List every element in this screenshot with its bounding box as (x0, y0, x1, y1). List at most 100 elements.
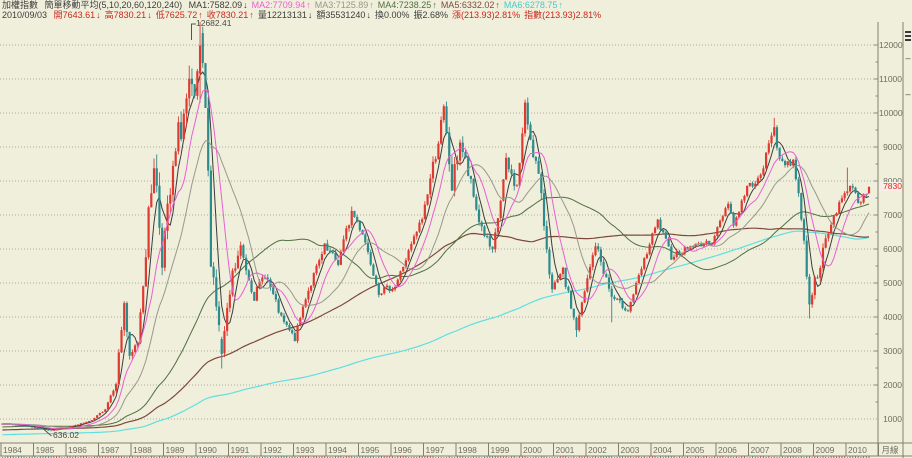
y-axis-tick-label: 11000 (879, 73, 903, 84)
year-label: 1993 (295, 445, 315, 455)
quote-field-list: 開7643.61↓ 高7830.21↓ 低7625.72↑ 收7830.21↑ 量122… (54, 10, 606, 20)
quote-field-label: 量 (257, 10, 267, 20)
year-label: 2005 (685, 445, 705, 455)
year-label: 1987 (100, 445, 120, 455)
quote-field-value: 0.00% (383, 10, 410, 20)
y-axis-tick-label: 5000 (883, 277, 902, 288)
quote-field-value: 7643.61 (62, 10, 96, 20)
grip-bar (905, 39, 911, 41)
quote-field: 換0.00% (375, 10, 410, 20)
quote-field: 低7625.72↑ (156, 10, 203, 20)
ma-value-4: MA4:7238.25 (377, 0, 432, 10)
y-axis-tick-label: 10000 (879, 107, 903, 118)
quote-field-value: (213.93)2.81% (461, 10, 521, 20)
ma-value-5: MA5:6332.02 (440, 0, 495, 10)
trend-arrow-icon: ↑ (369, 0, 374, 10)
trend-arrow-icon: ↑ (432, 0, 437, 10)
trend-arrow-icon: ↓ (366, 10, 371, 20)
last-price-tag: 7830 (879, 182, 902, 192)
peak-annotation: 12682.41 (196, 18, 232, 28)
period-mode-monthly[interactable]: 月線 (877, 445, 903, 455)
quote-field-value: 12213131 (266, 10, 307, 20)
year-label: 1995 (360, 445, 380, 455)
trend-arrow-icon: ↓ (243, 0, 248, 10)
year-label: 1994 (328, 445, 347, 455)
y-axis-tick-label: 1000 (883, 413, 902, 424)
quote-field: 收7830.21↑ (207, 10, 254, 20)
quote-field-label: 開 (53, 10, 63, 20)
y-axis-tick-label: 7000 (883, 209, 902, 220)
year-label: 1996 (393, 445, 412, 455)
ma-value-3: MA3:7125.89 (314, 0, 369, 10)
index-title: 加權指數 (2, 0, 39, 10)
quote-field: 指數(213.93)2.81% (524, 10, 601, 20)
quote-field-label: 低 (155, 10, 165, 20)
header-bar: 加權指數 簡單移動平均(5,10,20,60,120,240) MA1:7582… (2, 0, 910, 20)
year-label: 1990 (198, 445, 217, 455)
ma-value-2: MA2:7709.94 (251, 0, 306, 10)
quote-field-value: 35531240 (325, 10, 366, 20)
year-label: 2002 (588, 445, 607, 455)
ma-value-list: MA1:7582.09↓ MA2:7709.94↑ MA3:7125.89↑ MA4:… (189, 0, 567, 10)
quote-field-value: 7830.21 (215, 10, 249, 20)
year-label: 2001 (555, 445, 575, 455)
year-label: 1998 (458, 445, 477, 455)
ma-value-6: MA6:6278.75 (503, 0, 558, 10)
trend-arrow-icon: ↓ (96, 10, 101, 20)
year-label: 1986 (68, 445, 87, 455)
y-axis-tick-label: 12000 (879, 39, 903, 50)
quote-field-label: 高 (104, 10, 114, 20)
trend-arrow-icon: ↑ (198, 10, 203, 20)
quote-field-label: 收 (206, 10, 216, 20)
ma-value-1: MA1:7582.09 (188, 0, 243, 10)
header-line-quote: 2010/09/03 開7643.61↓ 高7830.21↓ 低7625.72↑ 收7… (2, 10, 910, 20)
year-label: 1991 (230, 445, 250, 455)
trough-annotation: 636.02 (53, 430, 79, 440)
quote-field: 高7830.21↓ (105, 10, 152, 20)
quote-field: 開7643.61↓ (54, 10, 101, 20)
quote-field: 漲(213.93)2.81% (452, 10, 520, 20)
quote-field: 額35531240↓ (316, 10, 371, 20)
year-label: 1989 (165, 445, 185, 455)
quote-field-value: 7625.72 (164, 10, 198, 20)
quote-field: 振2.68% (413, 10, 448, 20)
year-label: 2004 (653, 445, 672, 455)
trend-arrow-icon: ↓ (307, 10, 313, 20)
grip-bar (905, 31, 911, 33)
quote-field-value: 7830.21 (113, 10, 147, 20)
year-label: 1985 (35, 445, 55, 455)
year-label: 1984 (3, 445, 22, 455)
y-axis-tick-label: 9000 (883, 141, 902, 152)
trend-arrow-icon: ↓ (147, 10, 152, 20)
stock-chart-window: 加權指數 簡單移動平均(5,10,20,60,120,240) MA1:7582… (0, 0, 912, 458)
quote-field: 量12213131↓ (258, 10, 313, 20)
y-axis-tick-label: 3000 (883, 345, 902, 356)
quote-field-label: 振 (413, 10, 423, 20)
price-chart-plot[interactable] (0, 0, 912, 458)
year-label: 2008 (783, 445, 802, 455)
year-label: 2003 (620, 445, 640, 455)
year-label: 1999 (490, 445, 510, 455)
trend-arrow-icon: ↑ (306, 0, 311, 10)
year-label: 2007 (750, 445, 770, 455)
year-label: 2010 (848, 445, 867, 455)
right-edge-grip-handle[interactable] (905, 31, 911, 45)
quote-field-label: 換 (374, 10, 384, 20)
quote-field-value: (213.93)2.81% (542, 10, 602, 20)
y-axis-tick-label: 6000 (883, 243, 902, 254)
year-label: 1997 (425, 445, 445, 455)
trend-arrow-icon: ↑ (495, 0, 500, 10)
quote-field-value: 2.68% (422, 10, 449, 20)
y-axis-tick-label: 4000 (883, 311, 902, 322)
year-label: 1992 (263, 445, 282, 455)
ma-settings-label: 簡單移動平均(5,10,20,60,120,240) (44, 0, 183, 10)
date-label: 2010/09/03 (2, 10, 48, 20)
trend-arrow-icon: ↑ (249, 10, 254, 20)
y-axis-tick-label: 2000 (883, 379, 902, 390)
quote-field-label: 指數 (524, 10, 543, 20)
grip-bar (905, 35, 911, 37)
trend-arrow-icon: ↑ (558, 0, 563, 10)
year-label: 1988 (133, 445, 152, 455)
year-label: 2009 (815, 445, 835, 455)
quote-field-label: 漲 (452, 10, 462, 20)
